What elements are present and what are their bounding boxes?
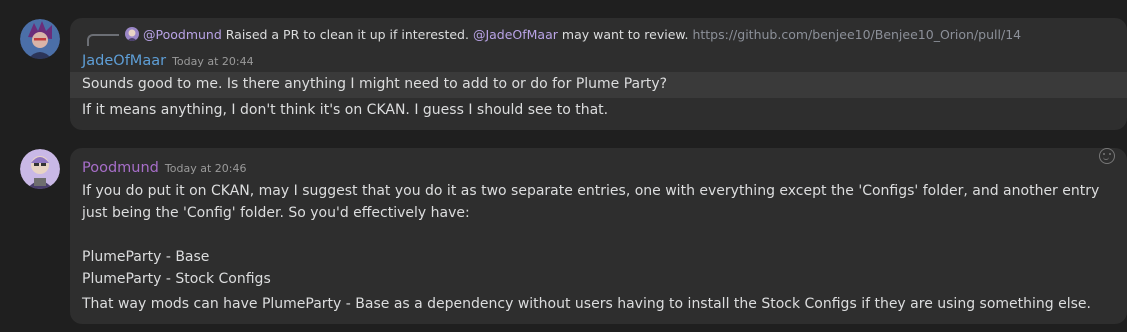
- author-name[interactable]: JadeOfMaar: [82, 53, 166, 69]
- message-line: If you do put it on CKAN, may I suggest …: [82, 183, 1100, 199]
- reply-text: Raised a PR to clean it up if interested…: [225, 27, 469, 42]
- avatar-poodmund[interactable]: [20, 149, 60, 189]
- smiley-icon[interactable]: [1099, 148, 1115, 164]
- message-line: That way mods can have PlumeParty - Base…: [82, 296, 1091, 312]
- message-line: PlumeParty - Base: [82, 249, 210, 265]
- avatar-jadeofmaar[interactable]: [20, 19, 60, 59]
- message-line: If it means anything, I don't think it's…: [82, 102, 609, 118]
- message-line: just being the 'Config' folder. So you'd…: [82, 205, 470, 221]
- timestamp[interactable]: Today at 20:46: [165, 162, 247, 175]
- reply-mention-2[interactable]: @JadeOfMaar: [473, 27, 558, 42]
- message-header: Poodmund Today at 20:46: [82, 157, 246, 176]
- reply-reference[interactable]: @Poodmund Raised a PR to clean it up if …: [87, 26, 1127, 46]
- reply-link[interactable]: https://github.com/benjee10/Benjee10_Ori…: [692, 27, 1021, 42]
- message-header: JadeOfMaar Today at 20:44: [82, 50, 254, 69]
- reply-text-2: may want to review.: [561, 27, 689, 42]
- reply-avatar: [125, 27, 139, 41]
- author-name[interactable]: Poodmund: [82, 160, 159, 176]
- reply-spine-icon: [87, 34, 119, 46]
- message-line: Sounds good to me. Is there anything I m…: [82, 76, 668, 92]
- message-line: PlumeParty - Stock Configs: [82, 271, 271, 287]
- reply-mention[interactable]: @Poodmund: [143, 27, 222, 42]
- timestamp[interactable]: Today at 20:44: [172, 55, 254, 68]
